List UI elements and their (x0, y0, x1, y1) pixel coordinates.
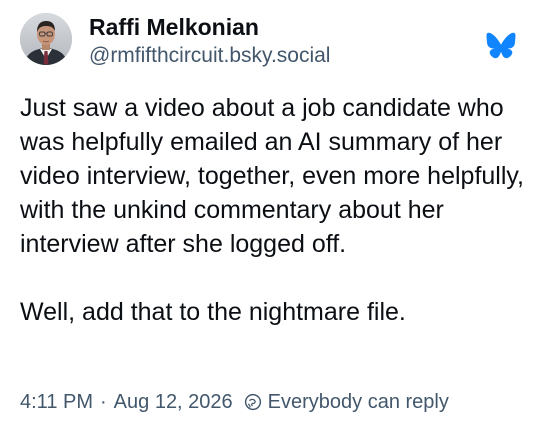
post-paragraph: Well, add that to the nightmare file. (20, 298, 406, 326)
post-card: Raffi Melkonian @rmfifthcircuit.bsky.soc… (0, 0, 539, 427)
bluesky-butterfly-icon[interactable] (486, 32, 516, 59)
post-body: Just saw a video about a job candidate w… (20, 91, 525, 329)
post-time[interactable]: 4:11 PM (20, 388, 93, 416)
reply-setting[interactable]: Everybody can reply (268, 388, 449, 416)
post-paragraph: Just saw a video about a job candidate w… (20, 94, 524, 258)
post-date[interactable]: Aug 12, 2026 (114, 388, 233, 416)
avatar-photo (20, 13, 72, 65)
author-block: Raffi Melkonian @rmfifthcircuit.bsky.soc… (89, 12, 330, 70)
author-handle[interactable]: @rmfifthcircuit.bsky.social (89, 42, 330, 70)
avatar[interactable] (20, 13, 72, 65)
meta-separator: · (100, 391, 107, 413)
post-meta: 4:11 PM · Aug 12, 2026 Everybody can rep… (20, 388, 449, 416)
globe-reply-icon (244, 393, 261, 411)
author-display-name[interactable]: Raffi Melkonian (89, 12, 330, 42)
